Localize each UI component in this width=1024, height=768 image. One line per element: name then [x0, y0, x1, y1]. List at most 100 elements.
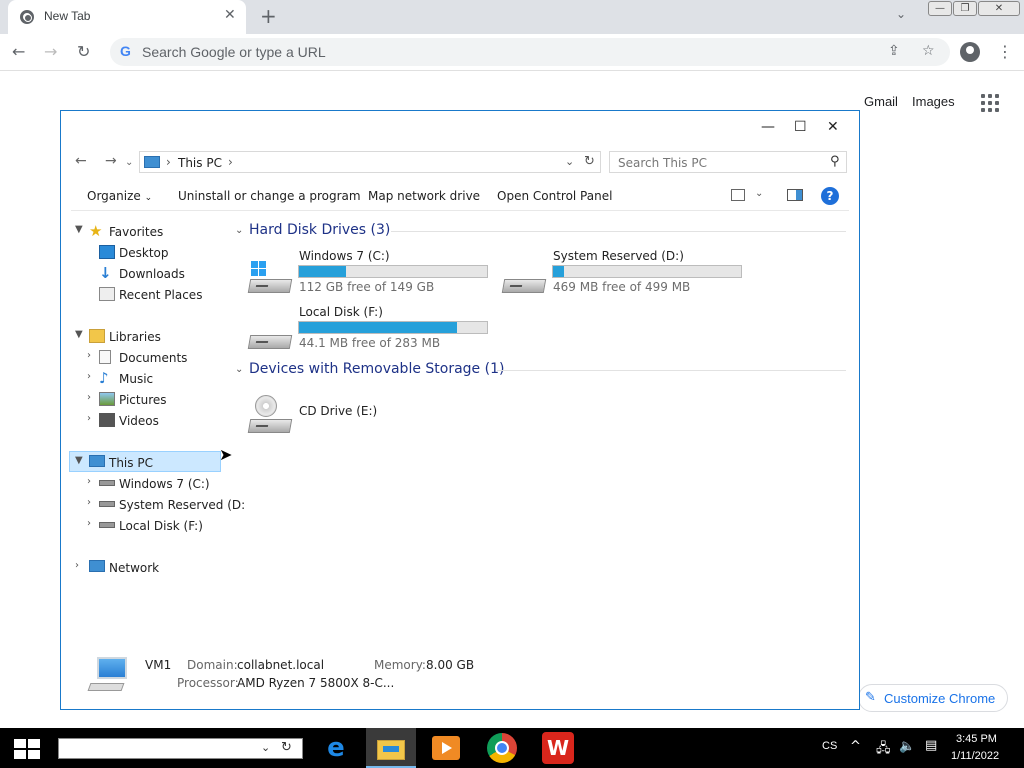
clock-time[interactable]: 3:45 PM [956, 733, 997, 745]
input-language[interactable]: CS [822, 740, 837, 752]
map-network-drive-button[interactable]: Map network drive [368, 189, 480, 203]
recent-locations-icon[interactable]: ⌄ [125, 157, 133, 168]
hard-drive-icon[interactable] [501, 261, 547, 293]
nav-drive-c[interactable]: › Windows 7 (C:) [87, 474, 227, 494]
customize-chrome-label: Customize Chrome [884, 691, 996, 706]
nav-this-pc[interactable]: ▼ This PC [75, 453, 225, 473]
search-refresh-icon[interactable]: ↻ [281, 740, 292, 755]
nav-videos[interactable]: › Videos [87, 411, 227, 431]
expand-arrow-icon[interactable]: ▼ [75, 224, 83, 235]
show-hidden-icons-icon[interactable]: ^ [850, 739, 861, 754]
cd-drive-icon[interactable] [247, 395, 293, 433]
minimize-window-button[interactable]: — [928, 1, 952, 16]
group-collapse-icon[interactable]: ⌄ [235, 225, 243, 236]
collapse-arrow-icon[interactable]: › [87, 476, 91, 487]
expand-arrow-icon[interactable]: ▼ [75, 329, 83, 340]
volume-icon[interactable]: 🔈 [899, 739, 915, 754]
tab-close-icon[interactable]: ✕ [224, 7, 236, 23]
taskbar-search-input[interactable]: ⌄ ↻ [58, 738, 303, 759]
omnibox[interactable]: G Search Google or type a URL ⇪ ☆ [110, 38, 950, 66]
reload-icon[interactable]: ↻ [77, 42, 90, 61]
group-hard-disk-drives[interactable]: Hard Disk Drives (3) [249, 222, 390, 238]
hard-drive-icon[interactable] [247, 317, 293, 349]
group-collapse-icon[interactable]: ⌄ [235, 364, 243, 375]
address-dropdown-icon[interactable]: ⌄ [565, 155, 574, 168]
expand-arrow-icon[interactable]: ▼ [75, 455, 83, 466]
drive-f-name[interactable]: Local Disk (F:) [299, 305, 383, 319]
images-link[interactable]: Images [912, 94, 955, 109]
back-icon[interactable]: ← [12, 42, 25, 61]
music-note-icon: ♪ [99, 369, 109, 387]
tab-title: New Tab [44, 9, 91, 23]
address-bar[interactable]: › This PC › ⌄ ↻ [139, 151, 601, 173]
collapse-arrow-icon[interactable]: › [87, 413, 91, 424]
new-tab-icon[interactable]: + [260, 4, 277, 28]
notifications-icon[interactable]: ▤ [925, 738, 937, 753]
search-input[interactable]: Search This PC ⚲ [609, 151, 847, 173]
open-control-panel-button[interactable]: Open Control Panel [497, 189, 612, 203]
chrome-icon[interactable] [486, 732, 518, 764]
tab-search-chevron-icon[interactable]: ⌄ [896, 7, 906, 21]
explorer-back-icon[interactable]: ← [75, 153, 87, 169]
file-explorer-icon[interactable] [375, 732, 407, 764]
close-window-button[interactable]: ✕ [978, 1, 1020, 16]
help-icon[interactable]: ? [821, 187, 839, 205]
view-dropdown-icon[interactable]: ⌄ [755, 188, 763, 199]
group-removable-storage[interactable]: Devices with Removable Storage (1) [249, 361, 504, 377]
nav-drive-d[interactable]: › System Reserved (D: [87, 495, 245, 515]
bookmark-star-icon[interactable]: ☆ [922, 43, 935, 59]
collapse-arrow-icon[interactable]: › [87, 392, 91, 403]
google-apps-icon[interactable] [981, 94, 999, 112]
nav-pictures[interactable]: › Pictures [87, 390, 227, 410]
network-tray-icon[interactable]: 🖧 [876, 739, 891, 761]
clock-date[interactable]: 1/11/2022 [951, 750, 999, 762]
preview-pane-icon[interactable] [787, 189, 803, 201]
gmail-link[interactable]: Gmail [864, 94, 898, 109]
browser-tab[interactable]: New Tab ✕ [8, 0, 246, 34]
collapse-arrow-icon[interactable]: › [87, 371, 91, 382]
nav-music[interactable]: › ♪ Music [87, 369, 227, 389]
nav-downloads[interactable]: ↓ Downloads [97, 264, 227, 284]
nav-recent-places[interactable]: Recent Places [97, 285, 227, 305]
media-player-icon[interactable] [430, 732, 462, 764]
drive-d-name[interactable]: System Reserved (D:) [553, 249, 684, 263]
nav-favorites[interactable]: ▼ ★ Favorites [75, 222, 225, 242]
refresh-icon[interactable]: ↻ [584, 154, 595, 169]
share-icon[interactable]: ⇪ [888, 43, 900, 59]
breadcrumb-chevron-icon[interactable]: › [228, 155, 233, 169]
nav-network-label: Network [109, 561, 160, 575]
explorer-close-icon[interactable]: ✕ [827, 119, 839, 135]
nav-libraries[interactable]: ▼ Libraries [75, 327, 225, 347]
customize-chrome-button[interactable]: ✎ Customize Chrome [858, 684, 1008, 712]
search-icon[interactable]: ⚲ [830, 154, 840, 169]
chrome-menu-icon[interactable]: ⋮ [997, 42, 1013, 61]
nav-drive-f[interactable]: › Local Disk (F:) [87, 516, 227, 536]
explorer-maximize-icon[interactable]: ☐ [794, 119, 807, 135]
collapse-arrow-icon[interactable]: › [87, 350, 91, 361]
nav-desktop[interactable]: Desktop [97, 243, 227, 263]
collapse-arrow-icon[interactable]: › [87, 497, 91, 508]
uninstall-program-button[interactable]: Uninstall or change a program [178, 189, 361, 203]
windows-start-icon[interactable] [14, 739, 40, 759]
collapse-arrow-icon[interactable]: › [75, 560, 79, 571]
explorer-minimize-icon[interactable]: — [761, 119, 775, 135]
breadcrumb-this-pc[interactable]: This PC [178, 156, 222, 170]
cd-drive-name[interactable]: CD Drive (E:) [299, 404, 377, 418]
search-dropdown-icon[interactable]: ⌄ [261, 741, 270, 754]
nav-documents[interactable]: › Documents [87, 348, 227, 368]
windows-drive-icon[interactable] [247, 261, 293, 293]
organize-button[interactable]: Organize ⌄ [87, 189, 152, 203]
wps-office-icon[interactable]: W [542, 732, 574, 764]
breadcrumb-chevron-icon[interactable]: › [166, 155, 171, 169]
change-view-icon[interactable] [731, 189, 745, 201]
profile-avatar-icon[interactable] [960, 42, 980, 62]
nav-favorites-label: Favorites [109, 225, 164, 239]
mouse-cursor-icon: ➤ [219, 445, 233, 464]
explorer-forward-icon[interactable]: → [105, 153, 117, 169]
edge-icon[interactable]: e [320, 732, 352, 764]
nav-network[interactable]: › Network [75, 558, 225, 578]
collapse-arrow-icon[interactable]: › [87, 518, 91, 529]
forward-icon[interactable]: → [44, 42, 57, 61]
drive-c-name[interactable]: Windows 7 (C:) [299, 249, 390, 263]
restore-window-button[interactable]: ❐ [953, 1, 977, 16]
